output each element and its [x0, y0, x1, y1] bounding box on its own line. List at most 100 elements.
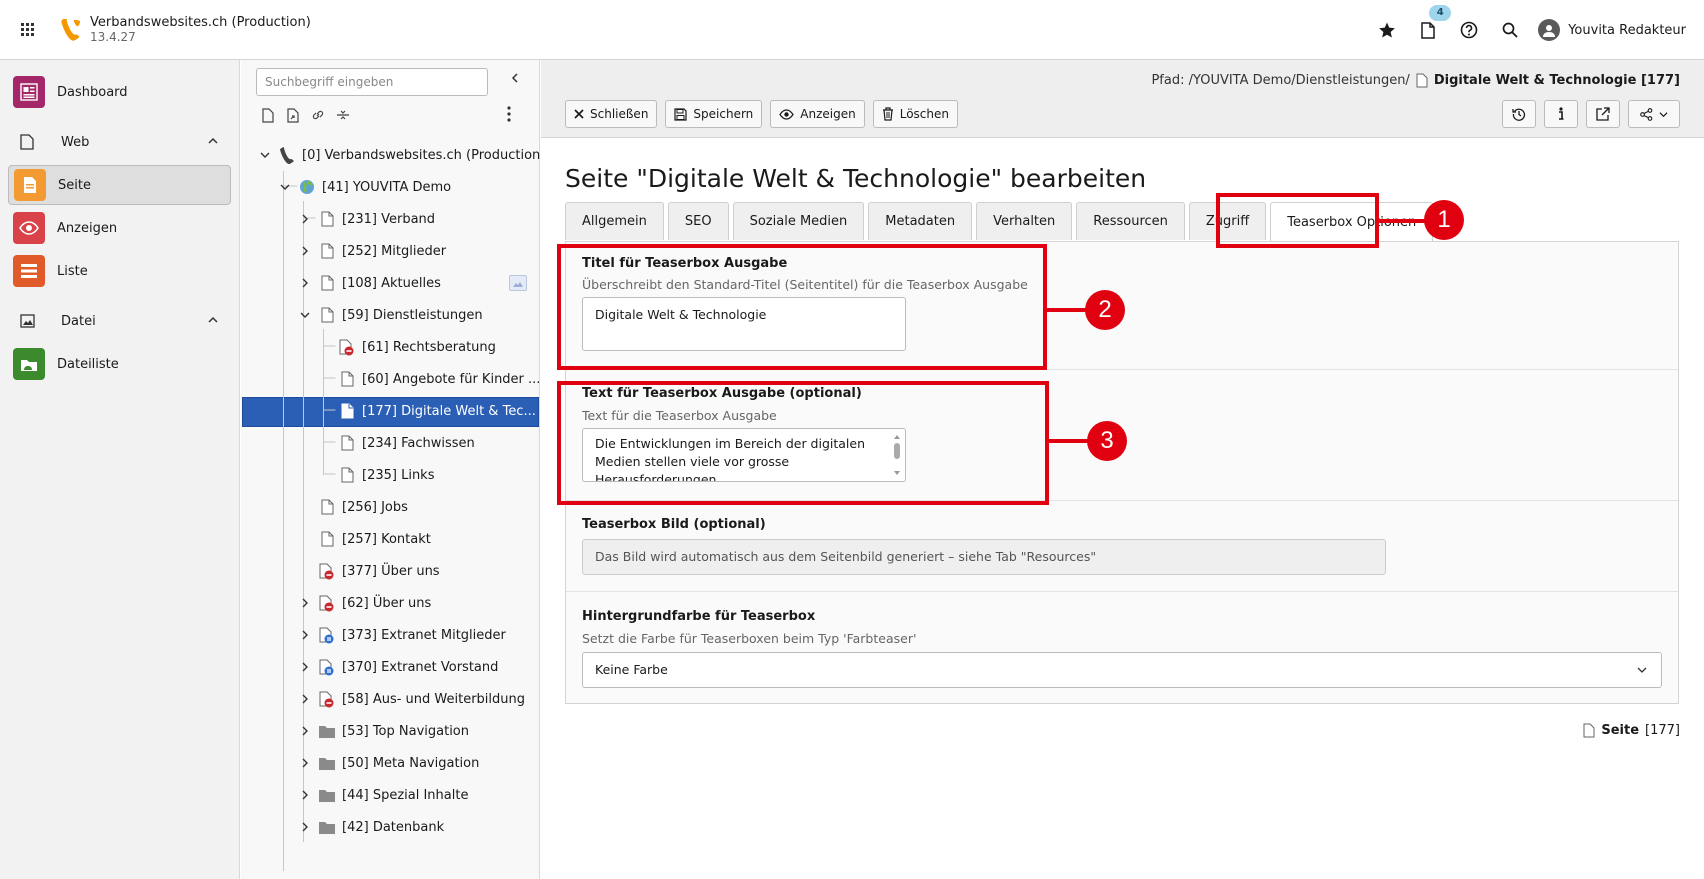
collapse-tree-chevron-left-icon[interactable]	[509, 72, 521, 84]
view-button[interactable]: Anzeigen	[770, 100, 865, 128]
module-dashboard[interactable]: Dashboard	[8, 72, 231, 112]
breadcrumb: Pfad: /YOUVITA Demo/Dienstleistungen/ Di…	[1151, 73, 1680, 88]
chevron-right-icon[interactable]	[298, 628, 312, 642]
bg-color-select[interactable]: Keine Farbe	[582, 652, 1662, 688]
chevron-right-icon[interactable]	[298, 692, 312, 706]
tree-node-label: [373] Extranet Mitglieder	[342, 627, 506, 643]
page-icon	[338, 434, 356, 452]
site-name: Verbandswebsites.ch (Production)	[90, 14, 311, 30]
chevron-right-icon[interactable]	[298, 724, 312, 738]
page-shortcut-icon[interactable]	[284, 106, 302, 124]
module-dateiliste[interactable]: Dateiliste	[8, 344, 231, 384]
globe-icon	[298, 178, 316, 196]
module-liste[interactable]: Liste	[8, 251, 231, 291]
module-anzeigen-label: Anzeigen	[57, 220, 118, 236]
help-icon[interactable]	[1448, 0, 1489, 60]
tree-node[interactable]: [41] YOUVITA Demo	[278, 172, 451, 202]
tree-node-selected[interactable]: [177] Digitale Welt & Tec...	[338, 396, 536, 426]
tree-node[interactable]: [108] Aktuelles	[298, 268, 441, 298]
tab-metadaten[interactable]: Metadaten	[868, 202, 973, 240]
history-button[interactable]	[1502, 100, 1536, 128]
tree-node[interactable]: [0] Verbandswebsites.ch (Production)	[258, 140, 545, 170]
teaser-image-readonly: Das Bild wird automatisch aus dem Seiten…	[582, 539, 1386, 575]
tree-node[interactable]: [59] Dienstleistungen	[298, 300, 483, 330]
close-button[interactable]: Schließen	[565, 100, 658, 128]
tab-soziale-medien[interactable]: Soziale Medien	[732, 202, 865, 240]
divider-icon[interactable]	[334, 106, 352, 124]
link-icon[interactable]	[309, 106, 327, 124]
chevron-up-icon	[207, 314, 219, 326]
opendocs-icon[interactable]: 4	[1407, 0, 1452, 60]
tree-node[interactable]: [373] Extranet Mitglieder	[298, 620, 506, 650]
open-new-window-button[interactable]	[1586, 100, 1620, 128]
list-icon	[13, 255, 45, 287]
info-button[interactable]	[1544, 100, 1578, 128]
tree-node[interactable]: [58] Aus- und Weiterbildung	[298, 684, 525, 714]
field-label: Teaserbox Bild (optional)	[582, 517, 766, 532]
tree-node-label: [50] Meta Navigation	[342, 755, 480, 771]
tree-node-label: [41] YOUVITA Demo	[322, 179, 452, 195]
tree-node[interactable]: [62] Über uns	[298, 588, 431, 618]
tree-node[interactable]: [257] Kontakt	[318, 524, 431, 554]
tree-node-label: [377] Über uns	[342, 563, 440, 579]
tree-node[interactable]: [252] Mitglieder	[298, 236, 446, 266]
chevron-right-icon[interactable]	[298, 212, 312, 226]
tree-node[interactable]: [256] Jobs	[318, 492, 408, 522]
app-menu-grid-icon[interactable]	[0, 0, 56, 60]
chevron-down-icon[interactable]	[258, 148, 272, 162]
chevron-right-icon[interactable]	[298, 276, 312, 290]
tree-node[interactable]: [370] Extranet Vorstand	[298, 652, 498, 682]
tree-node-label: [257] Kontakt	[342, 531, 431, 547]
page-restricted-icon	[318, 626, 336, 644]
tab-verhalten[interactable]: Verhalten	[976, 202, 1073, 240]
search-icon[interactable]	[1489, 0, 1530, 60]
tree-node[interactable]: [60] Angebote für Kinder ...	[338, 364, 540, 394]
new-page-icon[interactable]	[259, 106, 277, 124]
page-icon	[1583, 723, 1595, 738]
tree-node[interactable]: [377] Über uns	[318, 556, 440, 586]
chevron-down-icon[interactable]	[278, 180, 292, 194]
tree-node-label: [231] Verband	[342, 211, 436, 227]
typo3-logo[interactable]	[56, 18, 86, 41]
tree-node[interactable]: [42] Datenbank	[298, 812, 444, 842]
chevron-down-icon	[1637, 665, 1647, 675]
tree-node[interactable]: [234] Fachwissen	[338, 428, 475, 458]
tree-node[interactable]: [231] Verband	[298, 204, 435, 234]
chevron-right-icon[interactable]	[298, 596, 312, 610]
save-button[interactable]: Speichern	[665, 100, 763, 128]
tab-allgemein[interactable]: Allgemein	[565, 202, 664, 240]
chevron-right-icon[interactable]	[298, 244, 312, 258]
tree-node[interactable]: [50] Meta Navigation	[298, 748, 479, 778]
chevron-down-icon[interactable]	[298, 308, 312, 322]
page-module-icon	[14, 169, 46, 201]
bookmarks-star-icon[interactable]	[1366, 0, 1407, 60]
tree-node[interactable]: [53] Top Navigation	[298, 716, 469, 746]
tree-node-label: [53] Top Navigation	[342, 723, 470, 739]
top-bar: Verbandswebsites.ch (Production) 13.4.27…	[0, 0, 1704, 60]
module-group-datei[interactable]: Datei	[8, 306, 231, 336]
share-icon	[1640, 107, 1653, 121]
chevron-right-icon[interactable]	[298, 756, 312, 770]
module-seite[interactable]: Seite	[8, 165, 231, 205]
module-anzeigen[interactable]: Anzeigen	[8, 208, 231, 248]
save-button-label: Speichern	[693, 107, 754, 121]
share-dropdown-button[interactable]	[1628, 100, 1680, 128]
site-info[interactable]: Verbandswebsites.ch (Production) 13.4.27	[90, 15, 311, 45]
tree-actions-kebab-icon[interactable]	[507, 106, 511, 122]
page-hidden-icon	[318, 594, 336, 612]
user-menu[interactable]: Youvita Redakteur	[1538, 19, 1686, 41]
module-group-web[interactable]: Web	[8, 127, 231, 157]
tree-search-input[interactable]	[256, 68, 488, 96]
chevron-right-icon[interactable]	[298, 820, 312, 834]
tree-node[interactable]: [61] Rechtsberatung	[338, 332, 496, 362]
page-icon	[20, 134, 38, 150]
tab-ressourcen[interactable]: Ressourcen	[1076, 202, 1185, 240]
tab-seo[interactable]: SEO	[667, 202, 729, 240]
chevron-right-icon[interactable]	[298, 788, 312, 802]
chevron-right-icon[interactable]	[298, 660, 312, 674]
delete-button[interactable]: Löschen	[872, 100, 958, 128]
annotation-box-1	[1216, 193, 1379, 248]
view-button-label: Anzeigen	[800, 107, 856, 121]
tree-node[interactable]: [44] Spezial Inhalte	[298, 780, 468, 810]
tree-node[interactable]: [235] Links	[338, 460, 434, 490]
